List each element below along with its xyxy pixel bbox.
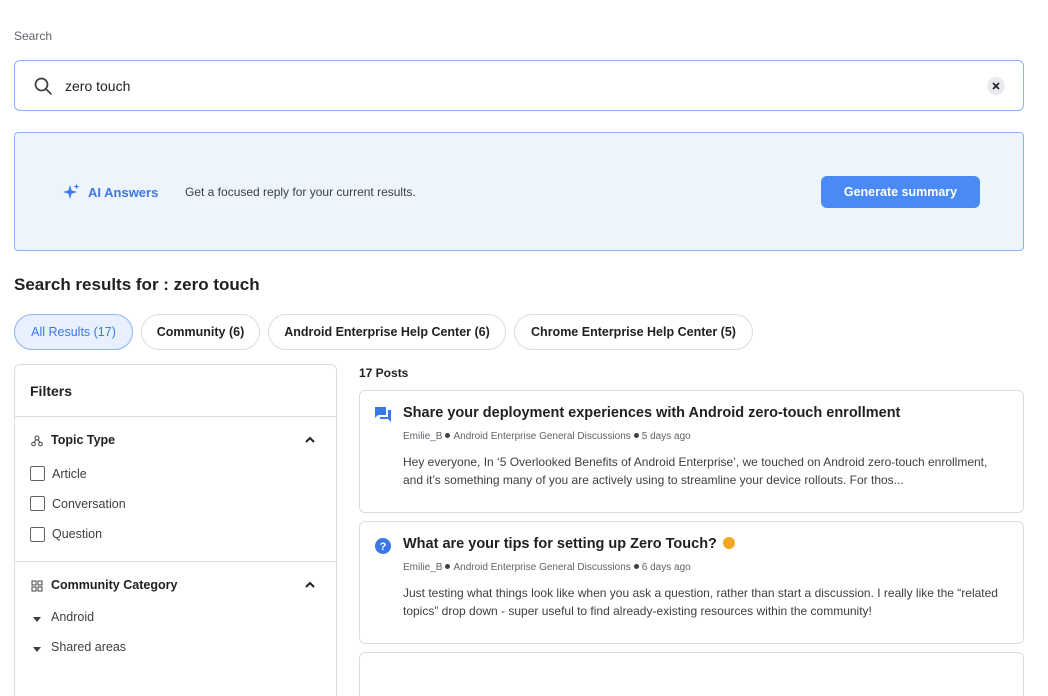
checkbox-label-conversation: Conversation	[52, 497, 126, 511]
category-grid-icon	[31, 580, 43, 592]
generate-summary-button[interactable]: Generate summary	[821, 176, 980, 208]
post-meta: Emilie_B Android Enterprise General Discu…	[403, 562, 691, 573]
topic-type-title: Topic Type	[51, 433, 116, 447]
post-title[interactable]: Share your deployment experiences with A…	[403, 405, 900, 421]
search-label: Search	[14, 29, 53, 43]
checkbox-question[interactable]	[30, 527, 45, 542]
discussion-icon	[375, 407, 391, 422]
ai-answers-title: AI Answers	[88, 185, 159, 200]
category-shared-areas[interactable]: Shared areas	[51, 640, 126, 654]
post-title-text[interactable]: What are your tips for setting up Zero T…	[403, 536, 717, 552]
search-input[interactable]	[65, 75, 965, 97]
post-category[interactable]: Android Enterprise General Discussions	[453, 562, 630, 573]
ai-answers-panel: AI Answers Get a focused reply for your …	[14, 132, 1024, 251]
ai-answers-description: Get a focused reply for your current res…	[185, 185, 416, 199]
post-card[interactable]: Share your deployment experiences with A…	[359, 390, 1024, 513]
category-android[interactable]: Android	[51, 610, 94, 624]
post-category[interactable]: Android Enterprise General Discussions	[453, 431, 630, 442]
chip-chrome-enterprise-help-center[interactable]: Chrome Enterprise Help Center (5)	[514, 314, 753, 350]
post-time: 5 days ago	[641, 431, 691, 442]
search-icon	[34, 77, 52, 95]
post-excerpt: Just testing what things look like when …	[403, 586, 998, 618]
question-icon: ?	[375, 538, 391, 554]
question-badge-icon	[722, 537, 735, 549]
checkbox-article[interactable]	[30, 466, 45, 481]
checkbox-label-question: Question	[52, 527, 103, 541]
post-card[interactable]	[359, 652, 1024, 696]
filters-panel: Filters Topic Type Article Conversation …	[14, 364, 337, 696]
post-time: 6 days ago	[641, 562, 691, 573]
post-excerpt: Hey everyone, In ‘5 Overlooked Benefits …	[403, 455, 988, 487]
chevron-up-icon[interactable]	[303, 578, 317, 592]
results-heading: Search results for : zero touch	[14, 275, 260, 294]
sparkle-icon	[63, 183, 80, 199]
posts-count: 17 Posts	[359, 366, 409, 380]
clear-search-button[interactable]	[987, 77, 1005, 95]
community-category-title: Community Category	[51, 578, 178, 592]
chevron-up-icon[interactable]	[303, 433, 317, 447]
close-icon	[992, 82, 1000, 90]
caret-down-icon[interactable]	[32, 614, 42, 624]
post-meta: Emilie_B Android Enterprise General Discu…	[403, 431, 691, 442]
checkbox-conversation[interactable]	[30, 496, 45, 511]
post-title[interactable]: What are your tips for setting up Zero T…	[403, 536, 735, 552]
chip-community[interactable]: Community (6)	[141, 314, 260, 350]
divider	[15, 561, 336, 562]
post-author[interactable]: Emilie_B	[403, 562, 442, 573]
post-author[interactable]: Emilie_B	[403, 431, 442, 442]
checkbox-label-article: Article	[52, 467, 87, 481]
filters-title: Filters	[30, 383, 73, 399]
search-box[interactable]	[14, 60, 1024, 111]
topic-type-icon	[31, 435, 43, 447]
chip-android-enterprise-help-center[interactable]: Android Enterprise Help Center (6)	[268, 314, 506, 350]
caret-down-icon[interactable]	[32, 644, 42, 654]
svg-text:?: ?	[380, 541, 387, 553]
chip-all-results[interactable]: All Results (17)	[14, 314, 133, 350]
divider	[15, 416, 336, 417]
post-card[interactable]: ? What are your tips for setting up Zero…	[359, 521, 1024, 644]
